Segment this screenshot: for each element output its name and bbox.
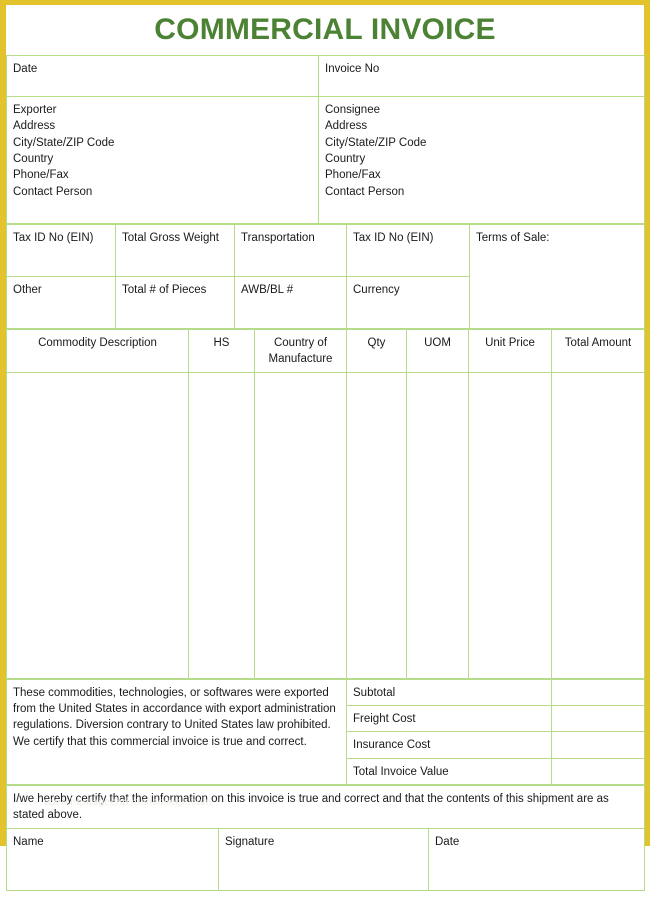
tax-id-exporter-field[interactable]: Tax ID No (EIN) [6,224,116,277]
page-title: COMMERCIAL INVOICE [154,13,496,46]
signature-row: Name Signature Date [6,827,646,891]
commodity-header-row: Commodity Description HS Country of Manu… [6,329,645,373]
exporter-label: Exporter [13,104,57,116]
tax-id-consignee-field[interactable]: Tax ID No (EIN) [346,224,470,277]
date-invoice-row: Date Invoice No [6,55,645,97]
column-header-qty: Qty [346,329,407,373]
total-amount-cell[interactable] [551,371,645,679]
consignee-label: Consignee [325,104,380,116]
freight-cost-label: Freight Cost [346,704,552,733]
statement-totals-table: These commodities, technologies, or soft… [6,678,645,785]
consignee-country-label: Country [325,152,366,165]
column-header-commodity-description: Commodity Description [6,329,189,373]
country-of-manufacture-cell[interactable] [254,371,347,679]
terms-of-sale-field[interactable]: Terms of Sale: [469,224,645,329]
other-field[interactable]: Other [6,276,116,329]
export-statement: These commodities, technologies, or soft… [6,678,347,785]
column-header-unit-price: Unit Price [468,329,552,373]
consignee-field[interactable]: Consignee Address City/State/ZIP Code Co… [318,96,645,224]
invoice-page: COMMERCIAL INVOICE Date Invoice No Expor… [0,0,650,904]
parties-table: Date Invoice No Exporter Address City/St… [6,55,645,224]
commodity-table: Commodity Description HS Country of Manu… [6,329,645,679]
insurance-cost-label: Insurance Cost [346,731,552,759]
consignee-contact-label: Contact Person [325,185,405,198]
certification-row: I/we hereby certify that the information… [5,784,646,829]
date-field[interactable]: Date [6,55,319,97]
name-field[interactable]: Name [6,827,219,891]
totals-row-subtotal: These commodities, technologies, or soft… [6,678,645,785]
commodity-description-cell[interactable] [6,371,189,679]
currency-field[interactable]: Currency [346,276,470,329]
bottom-spacer [6,890,644,904]
column-header-uom: UOM [406,329,469,373]
total-pieces-field[interactable]: Total # of Pieces [115,276,235,329]
signature-field[interactable]: Signature [218,827,429,891]
title-bar: COMMERCIAL INVOICE [6,5,644,55]
hs-cell[interactable] [188,371,255,679]
exporter-phone-label: Phone/Fax [13,169,69,182]
consignee-address-label: Address [325,120,368,133]
signature-date-field[interactable]: Date [427,827,646,891]
exporter-contact-label: Contact Person [13,185,93,198]
consignee-city-label: City/State/ZIP Code [325,136,427,149]
total-invoice-value-value[interactable] [551,757,645,785]
column-header-country-of-manufacture: Country of Manufacture [254,329,347,373]
exporter-address-label: Address [13,120,56,133]
total-gross-weight-field[interactable]: Total Gross Weight [115,224,235,277]
shipment-row-1: Tax ID No (EIN) Total Gross Weight Trans… [6,224,645,329]
invoice-sheet: COMMERCIAL INVOICE Date Invoice No Expor… [5,5,646,904]
qty-cell[interactable] [346,371,407,679]
exporter-field[interactable]: Exporter Address City/State/ZIP Code Cou… [6,96,319,224]
certification-table: I/we hereby certify that the information… [5,784,646,891]
exporter-country-label: Country [13,152,54,165]
subtotal-value[interactable] [551,678,645,706]
subtotal-label: Subtotal [346,678,552,706]
shipment-table: Tax ID No (EIN) Total Gross Weight Trans… [6,224,645,329]
column-header-hs: HS [188,329,255,373]
insurance-cost-value[interactable] [551,731,645,759]
consignee-phone-label: Phone/Fax [325,169,381,182]
awb-bl-field[interactable]: AWB/BL # [234,276,347,329]
exporter-consignee-row: Exporter Address City/State/ZIP Code Cou… [6,96,645,224]
column-header-total-amount: Total Amount [551,329,645,373]
exporter-city-label: City/State/ZIP Code [13,136,115,149]
transportation-field[interactable]: Transportation [234,224,347,277]
unit-price-cell[interactable] [468,371,552,679]
freight-cost-value[interactable] [551,704,645,733]
uom-cell[interactable] [406,371,469,679]
total-invoice-value-label: Total Invoice Value [346,757,552,785]
certification-statement: I/we hereby certify that the information… [5,784,646,829]
invoice-no-field[interactable]: Invoice No [318,55,645,97]
commodity-entry-row [6,371,645,679]
